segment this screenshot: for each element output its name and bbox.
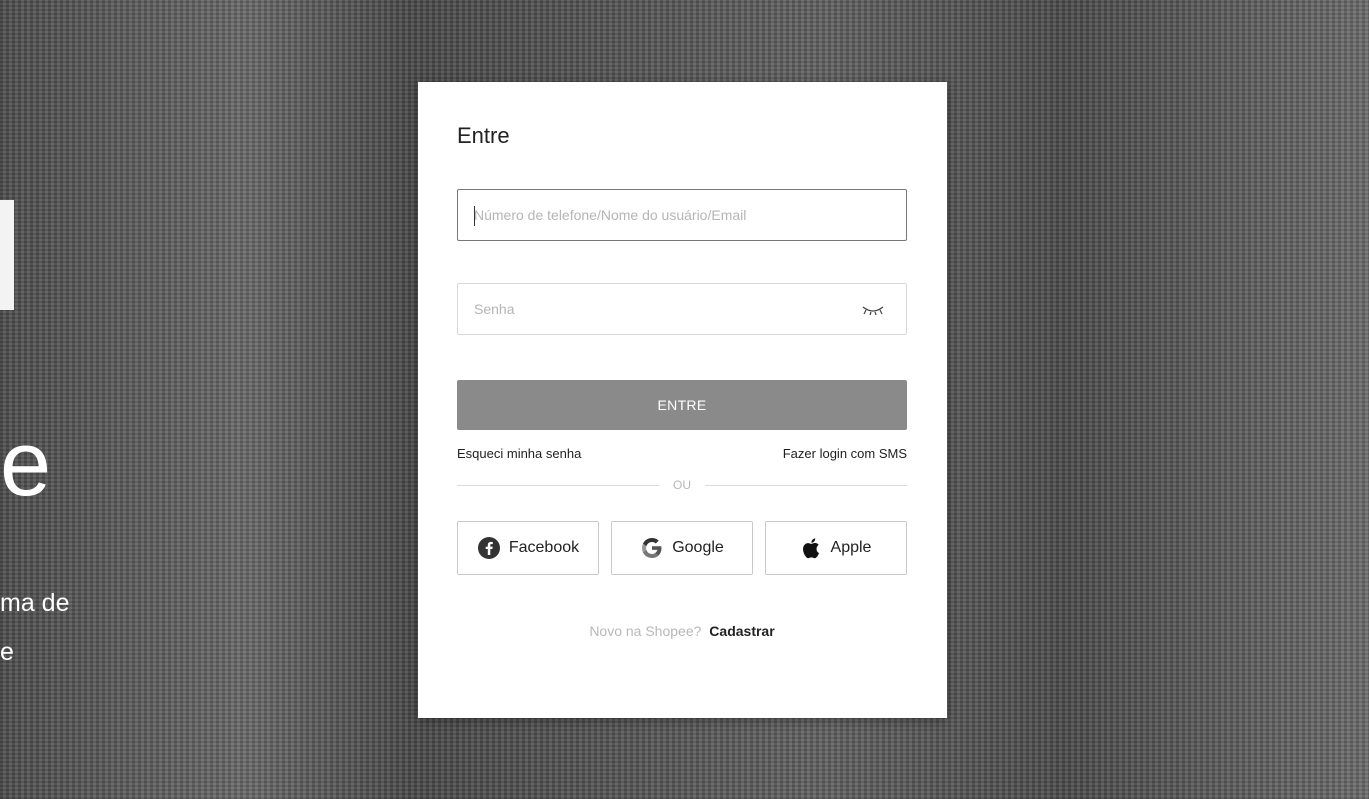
divider-line-left [457,484,659,486]
apple-login-button[interactable]: Apple [765,521,907,575]
background-tagline-line1: ma de [0,589,70,617]
login-submit-button[interactable]: ENTRE [457,380,907,430]
login-title: Entre [457,123,510,148]
social-login-group: Facebook Google Apple [457,521,907,575]
facebook-login-label: Facebook [508,539,580,556]
signup-link[interactable]: Cadastrar [709,623,774,639]
background-heading-fragment: e [0,413,52,515]
background-panel-edge [0,200,14,310]
login-helper-links: Esqueci minha senha Fazer login com SMS [457,446,907,461]
divider-label: OU [673,478,691,492]
username-field-wrapper [457,189,907,241]
google-login-button[interactable]: Google [611,521,753,575]
background-tagline-line2: e [0,638,14,666]
eye-closed-icon[interactable] [862,304,884,316]
facebook-login-button[interactable]: Facebook [457,521,599,575]
or-divider: OU [457,478,907,492]
facebook-icon [477,537,500,559]
username-input[interactable] [458,190,906,240]
signup-prompt: Novo na Shopee? Cadastrar [457,623,907,639]
login-modal: Entre ENTRE Esqueci minha senha Fazer lo… [418,82,947,718]
password-input[interactable] [458,284,906,334]
apple-icon [802,538,819,559]
divider-line-right [705,484,907,486]
forgot-password-link[interactable]: Esqueci minha senha [457,446,581,461]
password-field-wrapper [457,283,907,335]
apple-login-label: Apple [830,539,872,556]
sms-login-link[interactable]: Fazer login com SMS [783,446,907,461]
google-icon [642,538,662,558]
signup-prompt-text: Novo na Shopee? [589,623,702,639]
google-login-label: Google [672,539,724,556]
